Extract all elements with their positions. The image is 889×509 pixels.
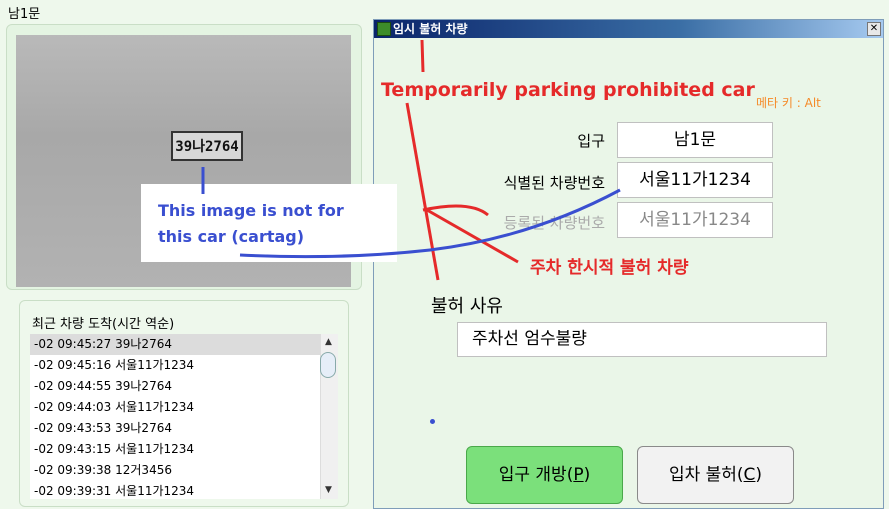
annotation-korean-label: 주차 한시적 불허 차량 <box>530 258 689 278</box>
annotation-dot <box>430 419 435 424</box>
annotation-red-stroke <box>420 39 425 73</box>
annotation-red-stroke <box>405 102 440 281</box>
annotation-strokes <box>201 39 621 281</box>
annotation-blue-stroke <box>239 188 621 259</box>
annotation-english-title: Temporarily parking prohibited car <box>381 79 755 101</box>
